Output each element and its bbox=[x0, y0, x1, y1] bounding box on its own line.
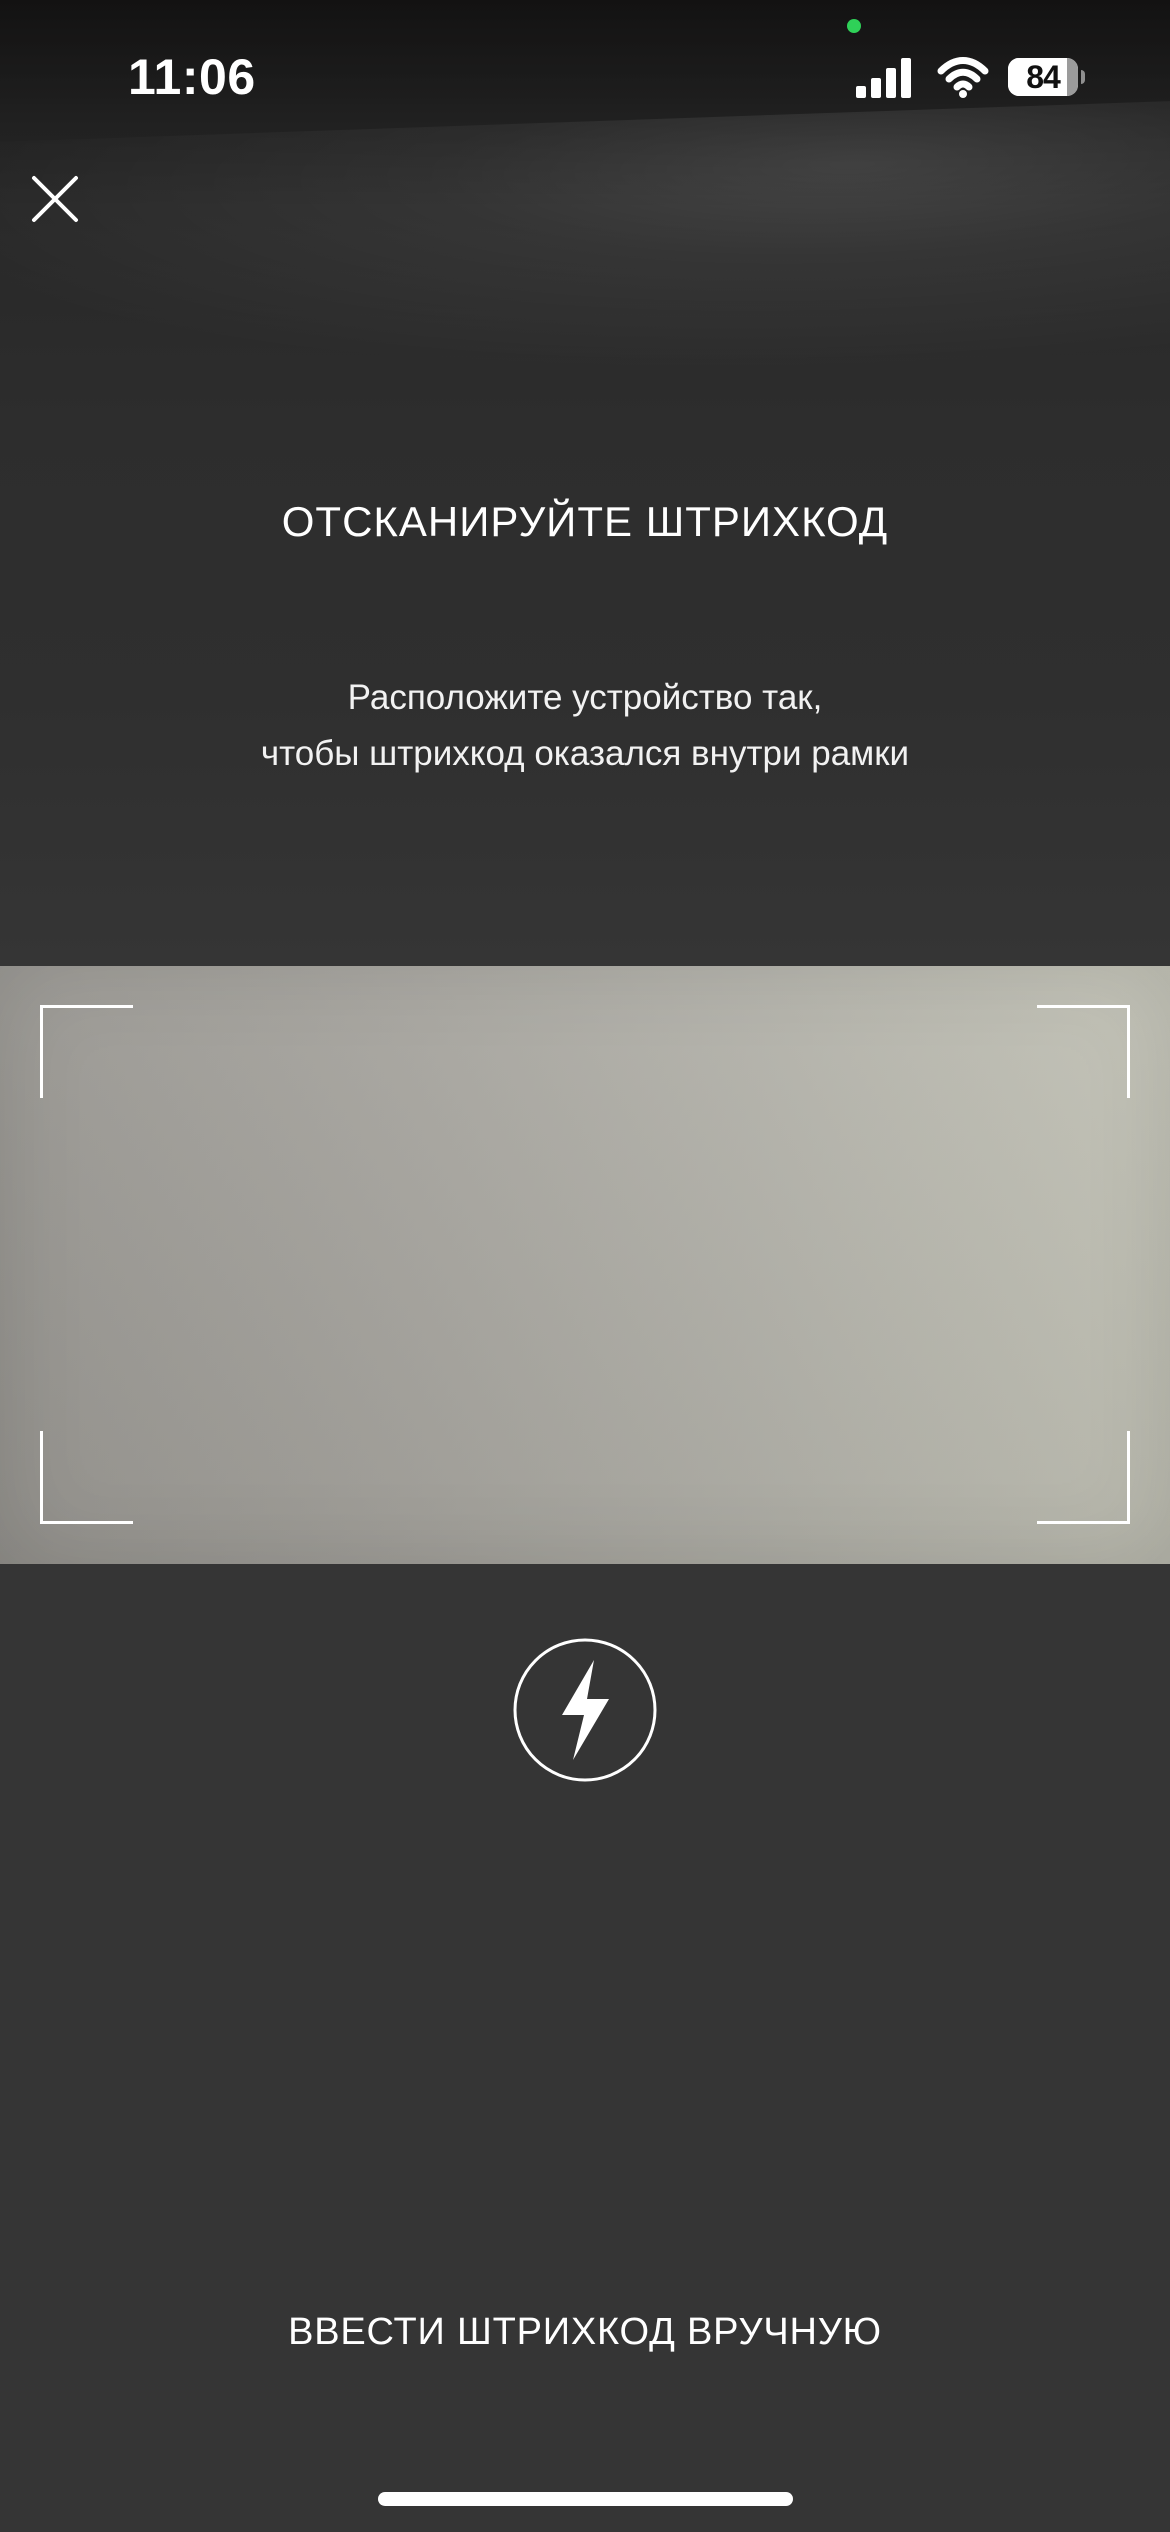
signal-icon bbox=[856, 58, 911, 98]
battery-cap bbox=[1081, 70, 1085, 84]
scan-instructions: Расположите устройство так, чтобы штрихк… bbox=[0, 670, 1170, 782]
close-icon[interactable] bbox=[24, 168, 86, 230]
scan-instructions-line-1: Расположите устройство так, bbox=[347, 678, 823, 717]
scan-frame-top-right-corner bbox=[1037, 1005, 1130, 1098]
scan-instructions-line-2: чтобы штрихкод оказался внутри рамки bbox=[260, 734, 910, 773]
barcode-scanner-screen: 11:06 84 ОТСКАНИРУЙТЕ ШТРИХКОД Расположи… bbox=[0, 0, 1170, 2532]
status-bar: 11:06 84 bbox=[0, 0, 1170, 150]
home-indicator[interactable] bbox=[378, 2492, 793, 2506]
status-time: 11:06 bbox=[128, 49, 256, 105]
scan-frame-bottom-left-corner bbox=[40, 1431, 133, 1524]
wifi-icon bbox=[937, 57, 989, 98]
scan-title: ОТСКАНИРУЙТЕ ШТРИХКОД bbox=[281, 498, 889, 545]
battery-body: 84 bbox=[1008, 58, 1078, 96]
scan-frame-bottom-right-corner bbox=[1037, 1431, 1130, 1524]
recording-indicator-dot bbox=[847, 19, 861, 33]
flash-icon[interactable] bbox=[512, 1637, 658, 1783]
battery-icon: 84 bbox=[1008, 58, 1085, 98]
scan-frame bbox=[40, 1005, 1130, 1524]
manual-barcode-entry-button[interactable]: ВВЕСТИ ШТРИХКОД ВРУЧНУЮ bbox=[0, 2311, 1170, 2354]
battery-percentage: 84 bbox=[1026, 59, 1061, 95]
scan-frame-top-left-corner bbox=[40, 1005, 133, 1098]
